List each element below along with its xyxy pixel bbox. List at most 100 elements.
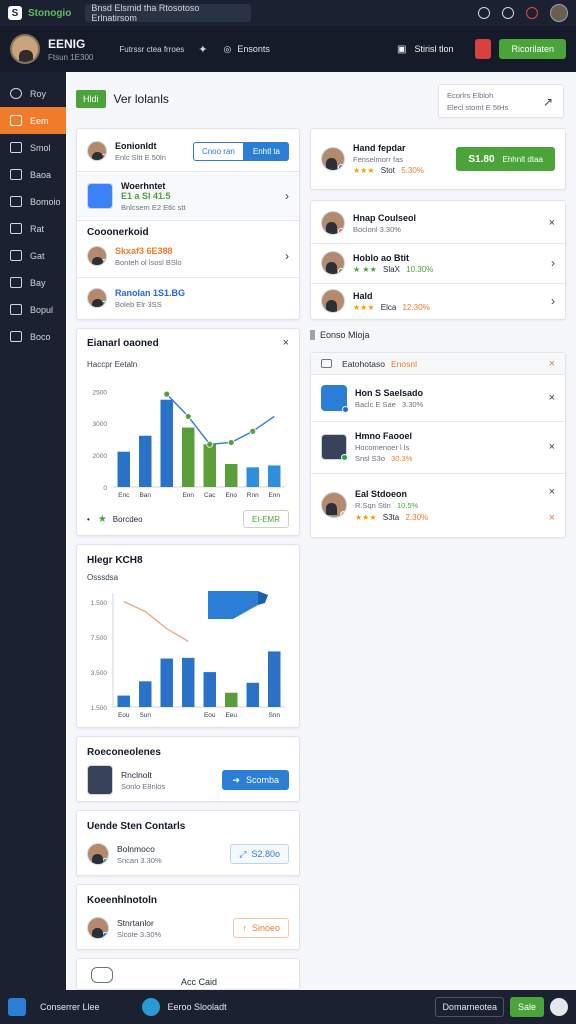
secondary-label[interactable]: Stirisl tlon <box>414 44 453 54</box>
notifications-header-right[interactable]: Enosnl <box>391 359 417 369</box>
card-title: Koeenhlnotoln <box>87 895 157 906</box>
segment-b[interactable]: Enhtl ta <box>243 141 289 161</box>
close-icon[interactable]: × <box>549 392 555 404</box>
close-icon[interactable]: × <box>549 486 555 498</box>
notification-item[interactable]: Hon S Saelsado Baclc E Sae 3.30% × <box>311 381 565 415</box>
profile-avatar[interactable] <box>10 34 40 64</box>
chevron-right-icon[interactable]: › <box>551 294 555 308</box>
sidebar-item-9[interactable]: Boco <box>0 323 66 350</box>
card-b-button[interactable]: ⤢ S2.80o <box>230 844 289 864</box>
list-item-title: Woerhntet <box>121 180 166 191</box>
bar-chart-1: 0 2000 3000 2500 Enc Ban Enn Cac Eno Rnn Enn <box>93 389 285 499</box>
list-item[interactable]: Bolnmoco Sncan 3.30% ⤢ S2.80o <box>77 839 299 869</box>
list-item[interactable]: Hand fepdar Fenselmorr fas ★★★ Stot 5.30… <box>311 139 565 179</box>
bar <box>182 427 195 487</box>
settings-icon[interactable] <box>502 7 514 19</box>
price-button[interactable]: S1.80 Ehhnlt dtaa <box>456 147 555 171</box>
thumbnail-image <box>321 434 348 461</box>
help-icon[interactable] <box>478 7 490 19</box>
chat-bubble-icon[interactable] <box>141 998 160 1016</box>
bottom-outline-button[interactable]: Domarneotea <box>435 997 504 1017</box>
chart-title: Hlegr KCH8 <box>87 555 143 566</box>
x-tick-label: Cac <box>204 492 216 499</box>
info-card-b: Uende Sten Contarls Bolnmoco Sncan 3.30%… <box>76 810 300 876</box>
list-item[interactable]: Skxaf3 6E388 Bonteh ol lsosl BSlo › <box>77 241 299 271</box>
dismiss-icon[interactable]: × <box>549 512 555 524</box>
chevron-right-icon[interactable]: › <box>551 256 555 270</box>
bar <box>246 682 259 707</box>
sidebar-item-7[interactable]: Bay <box>0 269 66 296</box>
card-line1: Rnclnolt <box>121 769 152 780</box>
list-item[interactable]: Eonionldt Enlc Sltt E 50ln Cnoo ran Enht… <box>77 137 299 165</box>
sidebar-item-1[interactable]: Eem <box>0 107 66 134</box>
settings-circle-icon[interactable] <box>550 998 568 1016</box>
sidebar-item-8[interactable]: Bopul <box>0 296 66 323</box>
y-tick-label: 2000 <box>93 453 108 460</box>
card-a-button[interactable]: ➜ Scomba <box>222 770 289 790</box>
segment-a[interactable]: Cnoo ran <box>192 141 244 161</box>
list-item[interactable]: Ranolan 1S1.BG Boleb Elr 3SS <box>77 283 299 313</box>
app-logo-icon[interactable]: S <box>8 6 22 20</box>
bag-icon[interactable]: ▣ <box>397 44 406 55</box>
sidebar-item-3[interactable]: Baoa <box>0 161 66 188</box>
chart-action-button[interactable]: Et-EMR <box>243 510 289 528</box>
trend-segment <box>252 415 275 432</box>
info-box[interactable]: Ecorlrs Elbloh Elecl stomt E 5tHs ↗ <box>438 84 564 118</box>
chat-icon[interactable] <box>91 967 113 983</box>
rating-stars: ★★★ <box>353 302 375 312</box>
profile-header: EENIG Ftsun 1E300 Futrssr ctea frroes ✦ … <box>0 26 576 72</box>
chevron-right-icon[interactable]: › <box>285 189 289 203</box>
chart-subtitle: Haccpr Eetaln <box>87 360 138 369</box>
x-tick-label: Rnn <box>247 492 259 499</box>
list-item[interactable]: Stnrtanlor Slcote 3.30% ↑ Sinoeo <box>77 913 299 943</box>
app-name: Stonogio <box>28 7 72 19</box>
close-icon[interactable]: × <box>283 337 289 349</box>
notification-icon[interactable] <box>526 7 538 19</box>
list-icon <box>10 115 22 126</box>
card-title: Uende Sten Contarls <box>87 821 186 832</box>
segmented-control[interactable]: Cnoo ran Enhtl ta <box>192 141 289 161</box>
close-icon[interactable]: × <box>549 358 555 370</box>
chart-icon <box>10 142 22 153</box>
notification-sub: Snsl S3o <box>355 454 386 463</box>
app-icon <box>87 183 113 209</box>
inbox-icon[interactable] <box>321 359 332 368</box>
close-action-button[interactable] <box>475 39 492 59</box>
trend-point <box>184 413 192 420</box>
list-item-title: Ranolan 1S1.BG <box>115 287 186 298</box>
list-item-title: Hnap Coulseol <box>353 212 417 223</box>
info-card-d: Acc Caid <box>76 958 300 990</box>
sidebar-item-2[interactable]: Smol <box>0 134 66 161</box>
pin-icon[interactable]: ✦ <box>198 43 207 56</box>
bottom-mid-label[interactable]: Eeroo Slooladt <box>168 1002 227 1012</box>
bullet-icon: • <box>87 514 90 524</box>
list-item[interactable]: Rnclnolt Sonlo E8nlos ➜ Scomba <box>77 763 299 797</box>
primary-action-button[interactable]: Ricorilaten <box>499 39 566 59</box>
close-icon[interactable]: × <box>549 217 555 229</box>
chart-subtitle: Osssdsa <box>87 573 119 582</box>
chart-footer: • ★ Borcdeo Et-EMR <box>77 509 299 529</box>
list-item[interactable]: Woerhntet E1 a Sl 41.5 Bnlcsem E2 Etlc s… <box>77 173 299 219</box>
sidebar-item-5[interactable]: Rat <box>0 215 66 242</box>
document-icon[interactable] <box>8 998 26 1016</box>
sidebar-item-4[interactable]: Bomoio <box>0 188 66 215</box>
list-item[interactable]: Hald ★★★ Elca 12.30% › <box>311 285 565 317</box>
profile-subtitle: Ftsun 1E300 <box>48 52 94 62</box>
top-search-field[interactable]: Bnsd Elsmid tha Rtosotoso Erlnatirsom <box>85 3 252 23</box>
list-item[interactable]: Hnap Coulseol Boclonl 3.30% × <box>311 207 565 239</box>
list-item-title: Skxaf3 6E388 <box>115 245 173 256</box>
y-tick-label: 3000 <box>93 421 108 428</box>
profile-link[interactable]: ◎ Ensonts <box>224 44 270 55</box>
notification-item[interactable]: Eal Stdoeon R.Sqn Stln 10.5% ★★★ S3ta 2.… <box>311 477 565 533</box>
bottom-green-button[interactable]: Sale <box>509 997 544 1017</box>
sidebar-item-6[interactable]: Gat <box>0 242 66 269</box>
close-icon[interactable]: × <box>549 441 555 453</box>
notification-item[interactable]: Hmno Faooel Hocomenoer l ls Snsl S3o 30.… <box>311 425 565 469</box>
user-avatar[interactable] <box>550 4 568 22</box>
bottom-left-label[interactable]: Conserrer Llee <box>40 1002 100 1012</box>
chevron-right-icon[interactable]: › <box>285 249 289 263</box>
card-c-button[interactable]: ↑ Sinoeo <box>233 918 289 938</box>
x-tick-label: Enc <box>118 492 130 499</box>
list-item[interactable]: Hoblo ao Btit ★ ★★ SlaX 10.30% › <box>311 247 565 279</box>
sidebar-item-0[interactable]: Roy <box>0 80 66 107</box>
